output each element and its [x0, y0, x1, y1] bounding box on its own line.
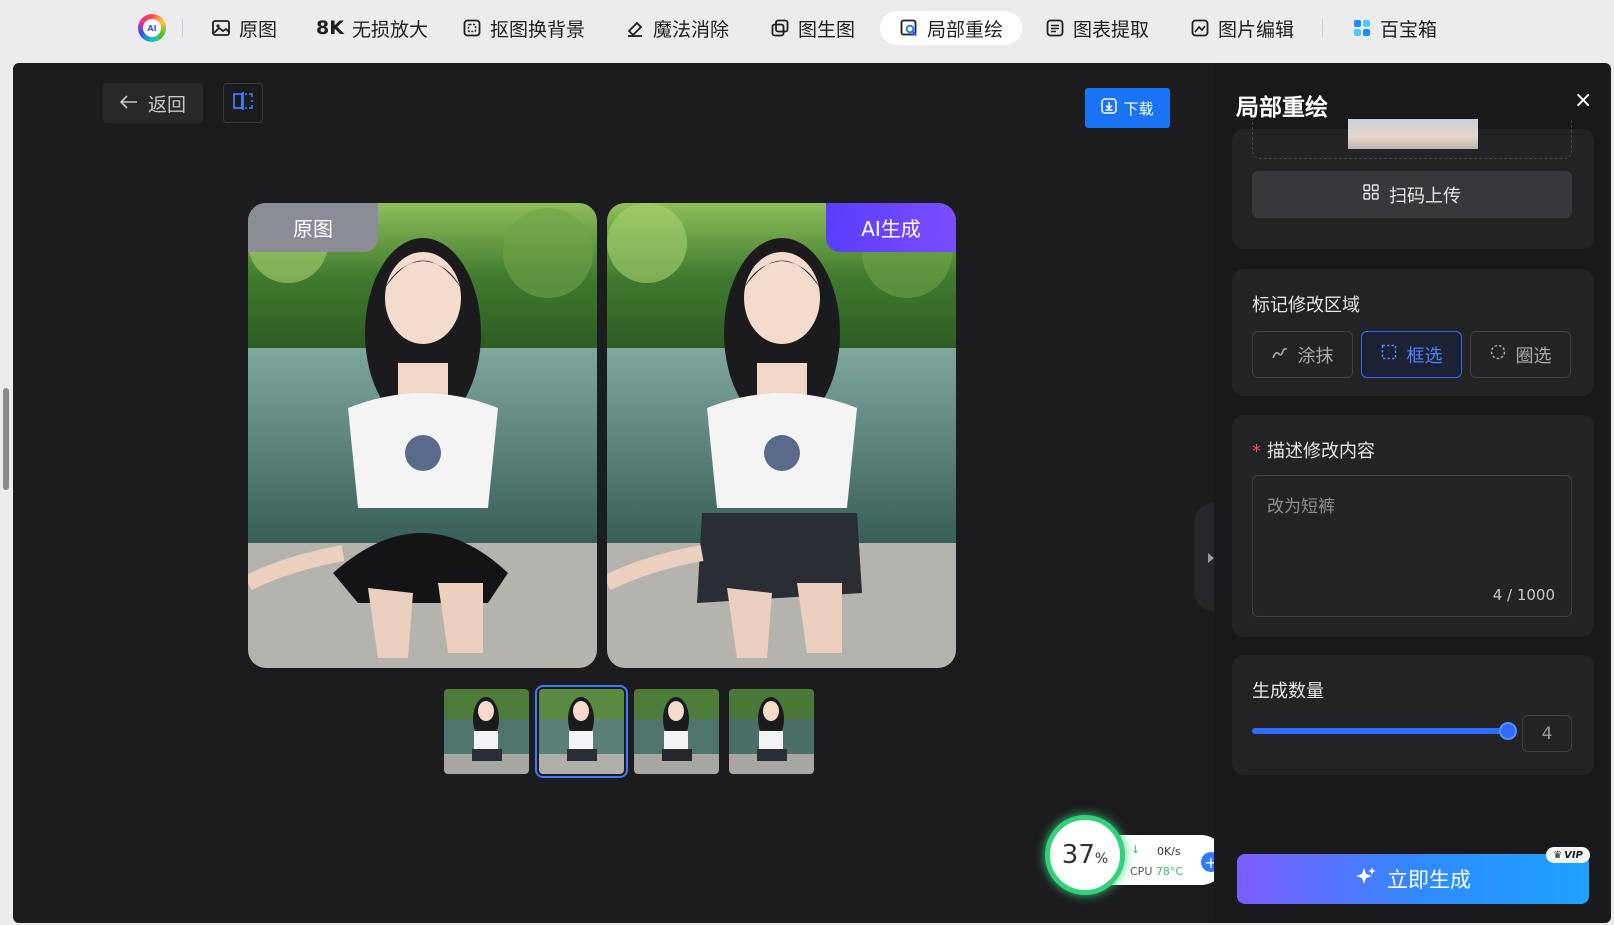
describe-card: * 描述修改内容 改为短裤 4 / 1000: [1232, 415, 1594, 637]
char-counter: 4 / 1000: [1492, 586, 1555, 604]
image-to-image-icon: [770, 18, 790, 38]
result-thumbnail[interactable]: [444, 689, 529, 774]
back-label: 返回: [147, 93, 186, 116]
nav-item-image-edit[interactable]: 图片编辑: [1171, 11, 1313, 45]
circle-select-icon: [1490, 344, 1506, 365]
generate-button[interactable]: 立即生成: [1237, 854, 1589, 904]
nav-item-cutout[interactable]: 抠图换背景: [443, 11, 604, 45]
scan-upload-label: 扫码上传: [1389, 185, 1461, 207]
cpu-temp: CPU 78°C: [1130, 865, 1183, 878]
arrow-left-icon: [119, 92, 138, 114]
toolbox-icon: [1352, 18, 1372, 38]
cpu-gauge: 37%: [1045, 815, 1125, 895]
mode-label: 圈选: [1515, 345, 1552, 367]
eraser-icon: [625, 18, 645, 38]
chart-extract-icon: [1045, 18, 1065, 38]
nav-divider: [1322, 19, 1323, 37]
nav-item-label: 原图: [239, 18, 278, 41]
vip-badge: ♛ VIP: [1546, 847, 1590, 863]
nav-divider: [182, 19, 183, 37]
nav-item-chart-extract[interactable]: 图表提取: [1026, 11, 1168, 45]
brush-icon: [1271, 344, 1288, 365]
count-card: 生成数量 4: [1232, 655, 1594, 775]
required-mark: *: [1252, 441, 1261, 462]
cpu-percent: 37: [1061, 840, 1095, 870]
original-tag: 原图: [248, 203, 378, 252]
vip-badge-label: VIP: [1564, 849, 1583, 861]
image-edit-icon: [1190, 18, 1210, 38]
nav-item-partial-redraw[interactable]: 局部重绘: [880, 11, 1023, 45]
describe-textarea[interactable]: 改为短裤 4 / 1000: [1252, 475, 1572, 617]
nav-item-label: 魔法消除: [653, 18, 730, 41]
nav-item-upscale[interactable]: 8K 无损放大: [297, 11, 447, 45]
mark-mode-group: 涂抹 框选 圈选: [1252, 331, 1571, 378]
split-compare-icon: [233, 92, 253, 114]
count-label: 生成数量: [1252, 681, 1324, 702]
download-icon: [1101, 98, 1118, 118]
slider-knob[interactable]: [1499, 722, 1517, 740]
compare-toggle-button[interactable]: [223, 83, 263, 123]
close-icon[interactable]: ×: [1574, 88, 1592, 113]
original-image: 原图: [248, 203, 597, 668]
nav-item-label: 无损放大: [351, 18, 428, 41]
app-logo: [138, 14, 166, 42]
partial-redraw-icon: [899, 18, 919, 38]
sparkle-icon: [1355, 866, 1377, 893]
nav-item-img2img[interactable]: 图生图: [751, 11, 874, 45]
upload-card: 扫码上传: [1232, 119, 1594, 249]
generate-label: 立即生成: [1387, 868, 1471, 892]
nav-item-label: 局部重绘: [927, 18, 1004, 41]
nav-item-label: 图表提取: [1073, 18, 1150, 41]
arrow-down-icon: ↓: [1131, 843, 1141, 856]
mode-circle-select-button[interactable]: 圈选: [1470, 331, 1571, 378]
result-thumbnail[interactable]: [535, 685, 628, 778]
mode-label: 涂抹: [1297, 345, 1334, 367]
cpu-temp-value: 78°C: [1155, 865, 1184, 878]
count-slider[interactable]: [1252, 722, 1517, 740]
percent-sign: %: [1094, 851, 1109, 867]
nav-item-label: 抠图换背景: [490, 18, 586, 41]
mode-rect-select-button[interactable]: 框选: [1361, 331, 1462, 378]
nav-item-toolbox[interactable]: 百宝箱: [1333, 11, 1456, 45]
qr-code-icon: [1363, 184, 1379, 205]
uploaded-image-preview: [1348, 119, 1478, 149]
count-input[interactable]: 4: [1522, 715, 1572, 752]
editor-canvas: 返回 下载 原图 AI生成: [13, 63, 1227, 923]
mark-area-label: 标记修改区域: [1252, 295, 1360, 316]
window-edge-scrollbar[interactable]: [3, 388, 9, 490]
net-speed: 0K/s: [1157, 845, 1181, 858]
8k-icon: 8K: [316, 17, 344, 39]
cutout-icon: [462, 18, 482, 38]
nav-item-label: 图片编辑: [1218, 18, 1295, 41]
ai-generated-image: AI生成: [607, 203, 956, 668]
nav-item-magic-erase[interactable]: 魔法消除: [606, 11, 748, 45]
mode-brush-button[interactable]: 涂抹: [1252, 331, 1353, 378]
mode-label: 框选: [1406, 345, 1443, 367]
describe-label-text: 描述修改内容: [1267, 441, 1375, 462]
top-nav: 原图 8K 无损放大 抠图换背景 魔法消除 图生图 局部重绘 图表提取: [0, 0, 1614, 58]
nav-item-label: 百宝箱: [1380, 18, 1438, 41]
rect-select-icon: [1381, 344, 1397, 365]
uploaded-image-area[interactable]: [1252, 119, 1572, 159]
download-label: 下载: [1123, 99, 1154, 118]
image-icon: [211, 18, 231, 38]
panel-title: 局部重绘: [1236, 95, 1328, 121]
mark-area-card: 标记修改区域 涂抹 框选 圈选: [1232, 269, 1594, 396]
caret-right-icon: [1207, 548, 1214, 567]
system-monitor-widget[interactable]: 37% ↓ 0K/s CPU 78°C +: [1045, 815, 1225, 895]
result-thumbnail[interactable]: [634, 689, 719, 774]
nav-item-original[interactable]: 原图: [192, 11, 296, 45]
back-button[interactable]: 返回: [103, 83, 203, 123]
result-thumbnail[interactable]: [729, 689, 814, 774]
redraw-side-panel: 局部重绘 × 扫码上传 标记修改区域 涂抹 框选 圈选 * 描述修改内容 改为短…: [1214, 63, 1611, 923]
scan-upload-button[interactable]: 扫码上传: [1252, 171, 1572, 218]
describe-label: * 描述修改内容: [1252, 437, 1375, 463]
crown-icon: ♛: [1553, 849, 1563, 861]
nav-item-label: 图生图: [798, 18, 856, 41]
result-thumbnails: [444, 685, 814, 778]
cpu-label: CPU: [1130, 865, 1153, 878]
describe-value: 改为短裤: [1267, 497, 1335, 517]
download-button[interactable]: 下载: [1085, 88, 1170, 128]
ai-generated-tag: AI生成: [826, 203, 956, 252]
